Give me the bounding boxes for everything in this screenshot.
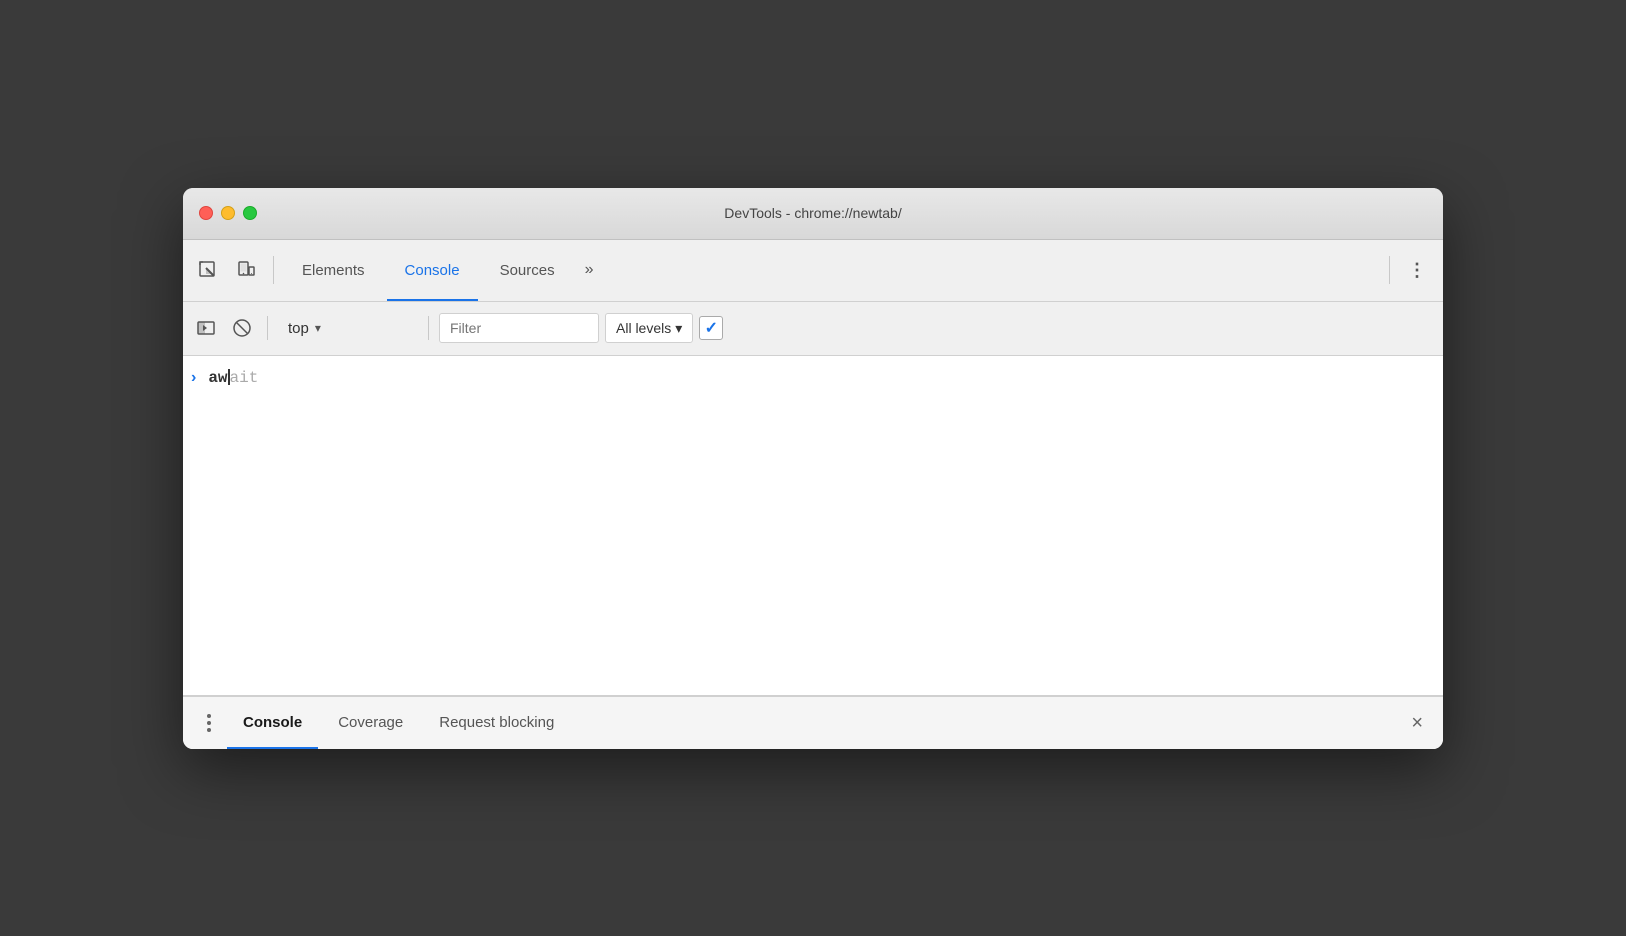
drawer-tab-request-blocking[interactable]: Request blocking — [423, 697, 570, 749]
toolbar-divider-2 — [1389, 256, 1390, 284]
console-output: › await — [183, 356, 1443, 696]
minimize-button[interactable] — [221, 206, 235, 220]
drawer-close-button[interactable]: × — [1403, 709, 1431, 737]
drawer-tab-console[interactable]: Console — [227, 697, 318, 749]
toolbar-menu-button[interactable]: ⋮ — [1400, 260, 1435, 281]
drawer-tab-coverage[interactable]: Coverage — [322, 697, 419, 749]
devtools-panel: Elements Console Sources » ⋮ — [183, 240, 1443, 749]
drawer: Console Coverage Request blocking × — [183, 696, 1443, 749]
device-icon — [236, 260, 256, 280]
menu-dot-3 — [207, 728, 211, 732]
console-prompt: › — [191, 369, 196, 387]
log-levels-button[interactable]: All levels ▾ — [605, 313, 693, 343]
main-toolbar: Elements Console Sources » ⋮ — [183, 240, 1443, 302]
checkbox-toggle[interactable]: ✓ — [699, 316, 723, 340]
console-toolbar: top ▾ All levels ▾ ✓ — [183, 302, 1443, 356]
drawer-menu-button[interactable] — [195, 709, 223, 737]
inspect-button[interactable] — [191, 253, 225, 287]
console-sidebar-toggle[interactable] — [191, 313, 221, 343]
devtools-window: DevTools - chrome://newtab/ — [183, 188, 1443, 749]
console-entry[interactable]: › await — [183, 364, 1443, 392]
inspect-icon — [198, 260, 218, 280]
window-title: DevTools - chrome://newtab/ — [724, 205, 901, 221]
window-controls — [199, 206, 257, 220]
levels-arrow: ▾ — [675, 320, 682, 337]
toolbar-divider-1 — [273, 256, 274, 284]
maximize-button[interactable] — [243, 206, 257, 220]
clear-icon — [232, 318, 252, 338]
clear-console-button[interactable] — [227, 313, 257, 343]
menu-dot-2 — [207, 721, 211, 725]
tab-console[interactable]: Console — [387, 239, 478, 301]
context-label: top — [288, 320, 309, 337]
autocomplete-text: ait — [230, 369, 259, 387]
context-arrow: ▾ — [315, 321, 321, 335]
close-button[interactable] — [199, 206, 213, 220]
console-divider-1 — [267, 316, 268, 340]
context-selector[interactable]: top ▾ — [278, 316, 418, 341]
sidebar-icon — [196, 318, 216, 338]
console-divider-2 — [428, 316, 429, 340]
console-input-text: await — [208, 369, 258, 387]
drawer-toolbar: Console Coverage Request blocking × — [183, 697, 1443, 749]
titlebar: DevTools - chrome://newtab/ — [183, 188, 1443, 240]
tab-elements[interactable]: Elements — [284, 239, 383, 301]
menu-dot-1 — [207, 714, 211, 718]
tab-sources[interactable]: Sources — [482, 239, 573, 301]
levels-label: All levels — [616, 320, 671, 336]
more-tabs-button[interactable]: » — [577, 261, 602, 279]
filter-input[interactable] — [439, 313, 599, 343]
typed-text: aw — [208, 369, 227, 387]
device-mode-button[interactable] — [229, 253, 263, 287]
